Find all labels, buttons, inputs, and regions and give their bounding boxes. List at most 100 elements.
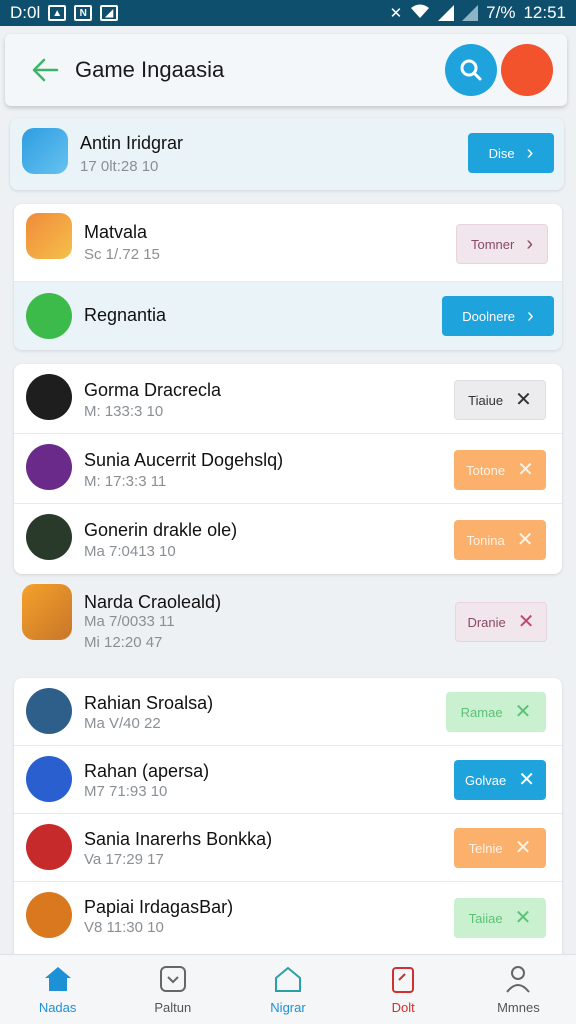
close-icon: ✕	[514, 701, 532, 723]
app-icon	[26, 374, 72, 420]
search-button[interactable]	[445, 44, 497, 96]
app-name: Matvala	[84, 222, 148, 242]
list-item[interactable]: Matvala Sc 1/.72 15 Tomner ›	[14, 204, 562, 282]
app-name: Rahian Sroalsa)	[84, 693, 214, 713]
search-icon	[460, 59, 482, 81]
app-meta: Ma 7/0033 11	[84, 613, 175, 630]
app-name: Papiai IrdagasBar)	[84, 897, 234, 917]
app-icon	[26, 824, 72, 870]
action-button[interactable]: Telnie ✕	[454, 828, 546, 868]
arrow-left-icon	[32, 58, 59, 82]
bottom-navigation: Nadas Paltun Nigrar Dolt Mmnes	[0, 954, 576, 1024]
action-button[interactable]: Tonina ✕	[454, 520, 546, 560]
nav-label: Mmnes	[497, 1000, 540, 1015]
back-button[interactable]	[25, 50, 65, 90]
app-header: Game Ingaasia	[5, 34, 567, 106]
app-name: Narda Craoleald)	[84, 592, 222, 612]
app-name: Sania Inarerhs Bonkka)	[84, 829, 273, 849]
nav-label: Dolt	[391, 1000, 415, 1015]
close-icon: ✕	[514, 907, 532, 929]
mute-icon: ✕	[389, 5, 403, 22]
list-item[interactable]: Papiai IrdagasBar) V8 11:30 10 Taiiae ✕	[14, 882, 562, 954]
close-icon: ✕	[517, 611, 535, 633]
action-label: Taiiae	[468, 910, 503, 926]
close-icon: ✕	[515, 389, 532, 411]
app-icon	[22, 584, 72, 640]
nav-item-nadas[interactable]: Nadas	[0, 955, 115, 1024]
close-icon: ✕	[517, 459, 534, 481]
list-item[interactable]: Rahian Sroalsa) Ma V/40 22 Ramae ✕	[14, 678, 562, 746]
nav-item-dolt[interactable]: Dolt	[346, 955, 461, 1024]
wifi-icon	[410, 3, 430, 24]
status-clock: 12:51	[523, 3, 566, 22]
action-label: Tiaiue	[468, 392, 504, 408]
action-button[interactable]: Dranie ✕	[455, 602, 547, 642]
app-name: Gorma Dracrecla	[84, 380, 222, 400]
app-icon	[26, 514, 72, 560]
action-label: Tonina	[466, 532, 505, 548]
list-item-standalone[interactable]: Narda Craoleald) Ma 7/0033 11 Mi 12:20 4…	[10, 580, 564, 666]
action-label: Dise	[488, 145, 515, 161]
group-card-2: Gorma Dracrecla M: 133:3 10 Tiaiue ✕ Sun…	[14, 364, 562, 574]
app-meta: Ma 7:0413 10	[84, 543, 176, 560]
app-meta: Sc 1/.72 15	[84, 246, 160, 263]
list-item[interactable]: Gonerin drakle ole) Ma 7:0413 10 Tonina …	[14, 504, 562, 574]
close-icon: ✕	[518, 769, 535, 791]
app-icon	[26, 756, 72, 802]
action-button[interactable]: Totone ✕	[454, 450, 546, 490]
photo-icon: ◢	[100, 5, 119, 21]
action-label: Doolnere	[462, 308, 516, 324]
app-icon	[26, 444, 72, 490]
app-meta-secondary: Mi 12:20 47	[84, 634, 163, 651]
list-item[interactable]: Regnantia Doolnere ›	[14, 282, 562, 350]
action-label: Tomner	[470, 236, 515, 252]
action-button[interactable]: Tiaiue ✕	[454, 380, 546, 420]
list-item[interactable]: Sunia Aucerrit Dogehslq) M: 17:3:3 11 To…	[14, 434, 562, 504]
app-name: Regnantia	[84, 305, 167, 325]
nav-label: Nigrar	[270, 1000, 306, 1015]
app-meta: 17 0lt:28 10	[80, 158, 159, 175]
app-icon	[26, 213, 72, 259]
profile-avatar[interactable]	[501, 44, 553, 96]
action-button[interactable]: Tomner ›	[456, 224, 548, 264]
action-label: Ramae	[460, 704, 503, 720]
app-name: Gonerin drakle ole)	[84, 520, 238, 540]
action-label: Dranie	[467, 614, 506, 630]
action-label: Telnie	[468, 840, 503, 856]
action-button[interactable]: Doolnere ›	[442, 296, 554, 336]
nav-item-nigrar[interactable]: Nigrar	[230, 955, 345, 1024]
signal-icon	[462, 5, 479, 21]
app-icon	[26, 688, 72, 734]
close-icon: ✕	[516, 529, 534, 551]
house-outline-icon	[273, 964, 303, 994]
clipboard-icon	[388, 964, 418, 994]
list-item[interactable]: Sania Inarerhs Bonkka) Va 17:29 17 Telni…	[14, 814, 562, 882]
app-icon	[26, 293, 72, 339]
list-item[interactable]: Rahan (apersa) M7 71:93 10 Golvae ✕	[14, 746, 562, 814]
nav-item-mmnes[interactable]: Mmnes	[461, 955, 576, 1024]
app-meta: M7 71:93 10	[84, 783, 168, 800]
app-icon	[26, 892, 72, 938]
action-button[interactable]: Golvae ✕	[454, 760, 546, 800]
battery-level: 7/%	[486, 3, 516, 22]
n-icon: N	[74, 5, 93, 21]
page-title: Game Ingaasia	[75, 57, 225, 82]
group-card-1: Matvala Sc 1/.72 15 Tomner › Regnantia D…	[14, 204, 562, 350]
featured-action-button[interactable]: Dise ›	[468, 133, 554, 173]
signal-icon	[438, 5, 455, 21]
list-item[interactable]: Gorma Dracrecla M: 133:3 10 Tiaiue ✕	[14, 364, 562, 434]
app-meta: M: 133:3 10	[84, 403, 164, 420]
action-label: Golvae	[465, 772, 507, 788]
action-button[interactable]: Taiiae ✕	[454, 898, 546, 938]
nav-item-paltun[interactable]: Paltun	[115, 955, 230, 1024]
person-icon	[503, 964, 533, 994]
featured-card: Antin Iridgrar 17 0lt:28 10 Dise ›	[10, 118, 564, 190]
app-meta: V8 11:30 10	[84, 919, 164, 936]
status-time-left: D:0l	[10, 3, 41, 22]
image-icon: ▲	[48, 5, 67, 21]
action-label: Totone	[466, 462, 506, 478]
nav-label: Nadas	[38, 1000, 77, 1015]
app-meta: M: 17:3:3 11	[84, 473, 167, 490]
app-meta: Va 17:29 17	[84, 851, 164, 868]
action-button[interactable]: Ramae ✕	[446, 692, 546, 732]
